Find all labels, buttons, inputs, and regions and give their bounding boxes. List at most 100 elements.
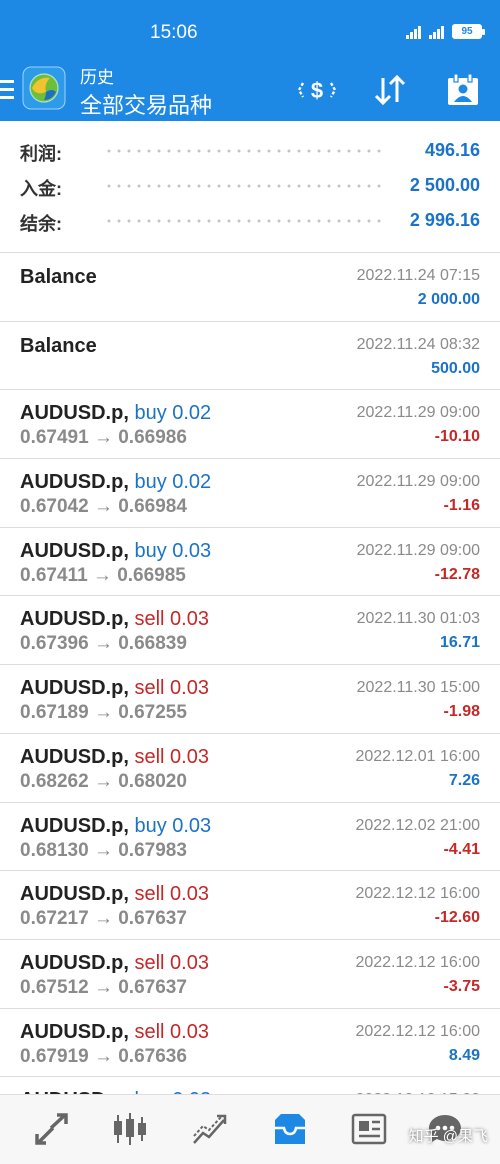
list-item[interactable]: AUDUSD.p, buy 0.02 0.67042 → 0.66984 2022.… xyxy=(0,459,500,528)
list-item[interactable]: AUDUSD.p, buy 0.03 0.67411 → 0.66985 2022.… xyxy=(0,528,500,597)
dotted-leader xyxy=(104,219,382,223)
summary-label: 结余: xyxy=(20,214,62,234)
deal-date: 2022.11.29 09:00 xyxy=(356,541,480,559)
chart-icon[interactable] xyxy=(110,1109,150,1149)
dotted-leader xyxy=(104,149,382,153)
deal-prices: 0.67491 → 0.66986 xyxy=(20,427,187,449)
deal-profit: -12.78 xyxy=(434,565,480,583)
deal-prices: 0.67042 → 0.66984 xyxy=(20,496,187,518)
deal-amount: 500.00 xyxy=(431,359,480,377)
list-item[interactable]: AUDUSD.p, sell 0.03 0.67919 → 0.67636 2022… xyxy=(0,1009,500,1078)
dotted-leader xyxy=(104,184,382,188)
deal-direction: sell 0.03 xyxy=(134,1020,209,1043)
history-list[interactable]: Balance 2022.11.24 07:15 2 000.00 Balanc… xyxy=(0,253,500,1146)
deal-symbol: AUDUSD.p, xyxy=(20,677,129,700)
deal-symbol-line: AUDUSD.p, sell 0.03 xyxy=(20,883,209,906)
deal-symbol: AUDUSD.p, xyxy=(20,608,129,631)
deal-symbol-line: AUDUSD.p, buy 0.02 xyxy=(20,402,211,425)
deal-symbol-line: AUDUSD.p, buy 0.03 xyxy=(20,540,211,563)
deal-direction: sell 0.03 xyxy=(134,951,209,974)
summary-label: 入金: xyxy=(20,179,62,199)
deal-prices: 0.67512 → 0.67637 xyxy=(20,976,187,998)
deal-title: Balance xyxy=(20,334,97,357)
period-button[interactable] xyxy=(443,70,483,110)
summary-label: 利润: xyxy=(20,144,62,164)
deal-date: 2022.12.12 16:00 xyxy=(355,1022,480,1040)
list-item[interactable]: AUDUSD.p, buy 0.03 0.68130 → 0.67983 2022.… xyxy=(0,803,500,872)
deal-date: 2022.12.12 16:00 xyxy=(355,953,480,971)
signal-icon-sim1 xyxy=(406,25,421,39)
deal-profit: -1.16 xyxy=(443,497,480,515)
deal-profit: 8.49 xyxy=(448,1046,480,1064)
list-item[interactable]: AUDUSD.p, sell 0.03 0.67512 → 0.67637 2022… xyxy=(0,940,500,1009)
deal-amount: 2 000.00 xyxy=(417,291,480,308)
sort-arrows-icon xyxy=(374,74,406,106)
bottom-nav: 知乎 @果飞 xyxy=(0,1094,500,1164)
deal-profit: -4.41 xyxy=(443,840,480,858)
deal-title: Balance xyxy=(20,266,97,288)
deal-date: 2022.11.30 01:03 xyxy=(356,610,480,628)
summary-panel: 利润: 496.16 入金: 2 500.00 结余: 2 996.16 xyxy=(0,133,500,238)
menu-icon[interactable] xyxy=(0,80,14,100)
list-item[interactable]: AUDUSD.p, sell 0.03 0.67217 → 0.67637 2022… xyxy=(0,871,500,940)
list-item[interactable]: Balance 2022.11.24 08:32 500.00 xyxy=(0,322,500,391)
symbol-filter[interactable]: 全部交易品种 xyxy=(80,88,212,120)
deal-date: 2022.11.24 08:32 xyxy=(356,335,480,353)
deal-direction: buy 0.02 xyxy=(134,471,212,494)
deal-profit: -10.10 xyxy=(434,428,480,446)
deal-symbol-line: AUDUSD.p, sell 0.03 xyxy=(20,746,209,769)
list-item[interactable]: AUDUSD.p, sell 0.03 0.68262 → 0.68020 2022… xyxy=(0,734,500,803)
deal-direction: buy 0.02 xyxy=(134,402,212,425)
deal-symbol: AUDUSD.p, xyxy=(20,951,129,974)
deal-symbol: AUDUSD.p, xyxy=(20,1020,129,1043)
list-item[interactable]: AUDUSD.p, buy 0.02 0.67491 → 0.66986 2022.… xyxy=(0,390,500,460)
deal-profit: -12.60 xyxy=(434,909,480,927)
deal-prices: 0.67396 → 0.66839 xyxy=(20,633,187,655)
summary-row-deposit: 入金: 2 500.00 xyxy=(0,168,500,203)
app-header: 历史 全部交易品种 $ xyxy=(0,60,500,121)
deal-prices: 0.67411 → 0.66985 xyxy=(20,564,186,586)
deal-symbol: AUDUSD.p, xyxy=(20,883,129,906)
quotes-icon[interactable] xyxy=(32,1109,72,1149)
deal-profit: 7.26 xyxy=(448,771,480,789)
trade-icon[interactable] xyxy=(190,1109,230,1149)
deal-date: 2022.12.12 16:00 xyxy=(355,885,480,903)
deal-direction: buy 0.03 xyxy=(134,814,212,837)
currency-toggle-button[interactable]: $ xyxy=(297,70,337,110)
history-icon[interactable] xyxy=(270,1109,310,1149)
svg-text:$: $ xyxy=(311,78,323,103)
watermark: 知乎 @果飞 xyxy=(408,1128,488,1145)
sort-button[interactable] xyxy=(370,70,410,110)
deal-date: 2022.12.01 16:00 xyxy=(355,747,480,765)
battery-icon: 95 xyxy=(452,24,485,39)
list-item[interactable]: Balance 2022.11.24 07:15 2 000.00 xyxy=(0,253,500,322)
summary-value: 496.16 xyxy=(424,140,480,160)
deal-direction: buy 0.03 xyxy=(134,539,212,562)
deal-prices: 0.68262 → 0.68020 xyxy=(20,770,187,792)
list-item[interactable]: AUDUSD.p, sell 0.03 0.67189 → 0.67255 2022… xyxy=(0,665,500,734)
deal-symbol: AUDUSD.p, xyxy=(20,402,129,425)
deal-symbol: AUDUSD.p, xyxy=(20,745,129,768)
calendar-user-icon xyxy=(448,73,478,105)
deal-symbol: AUDUSD.p, xyxy=(20,814,129,837)
metatrader-logo[interactable] xyxy=(22,66,66,110)
summary-row-profit: 利润: 496.16 xyxy=(0,133,500,168)
deal-symbol-line: AUDUSD.p, sell 0.03 xyxy=(20,677,209,700)
deal-direction: sell 0.03 xyxy=(134,883,209,906)
deal-date: 2022.11.29 09:00 xyxy=(356,404,480,422)
deal-prices: 0.67919 → 0.67636 xyxy=(20,1045,187,1067)
news-icon[interactable] xyxy=(350,1109,390,1149)
deal-symbol-line: AUDUSD.p, sell 0.03 xyxy=(20,1021,209,1044)
deal-date: 2022.12.02 21:00 xyxy=(355,816,480,834)
summary-value: 2 996.16 xyxy=(409,210,480,230)
status-indicators: 95 xyxy=(406,24,485,39)
deal-symbol-line: AUDUSD.p, sell 0.03 xyxy=(20,608,209,631)
summary-row-balance: 结余: 2 996.16 xyxy=(0,203,500,238)
deal-symbol-line: AUDUSD.p, sell 0.03 xyxy=(20,952,209,975)
page-title: 历史 xyxy=(80,68,114,87)
deal-profit: -3.75 xyxy=(443,977,480,995)
deal-symbol-line: AUDUSD.p, buy 0.02 xyxy=(20,471,211,494)
deal-direction: sell 0.03 xyxy=(134,677,209,700)
deal-direction: sell 0.03 xyxy=(134,608,209,631)
list-item[interactable]: AUDUSD.p, sell 0.03 0.67396 → 0.66839 2022… xyxy=(0,596,500,666)
